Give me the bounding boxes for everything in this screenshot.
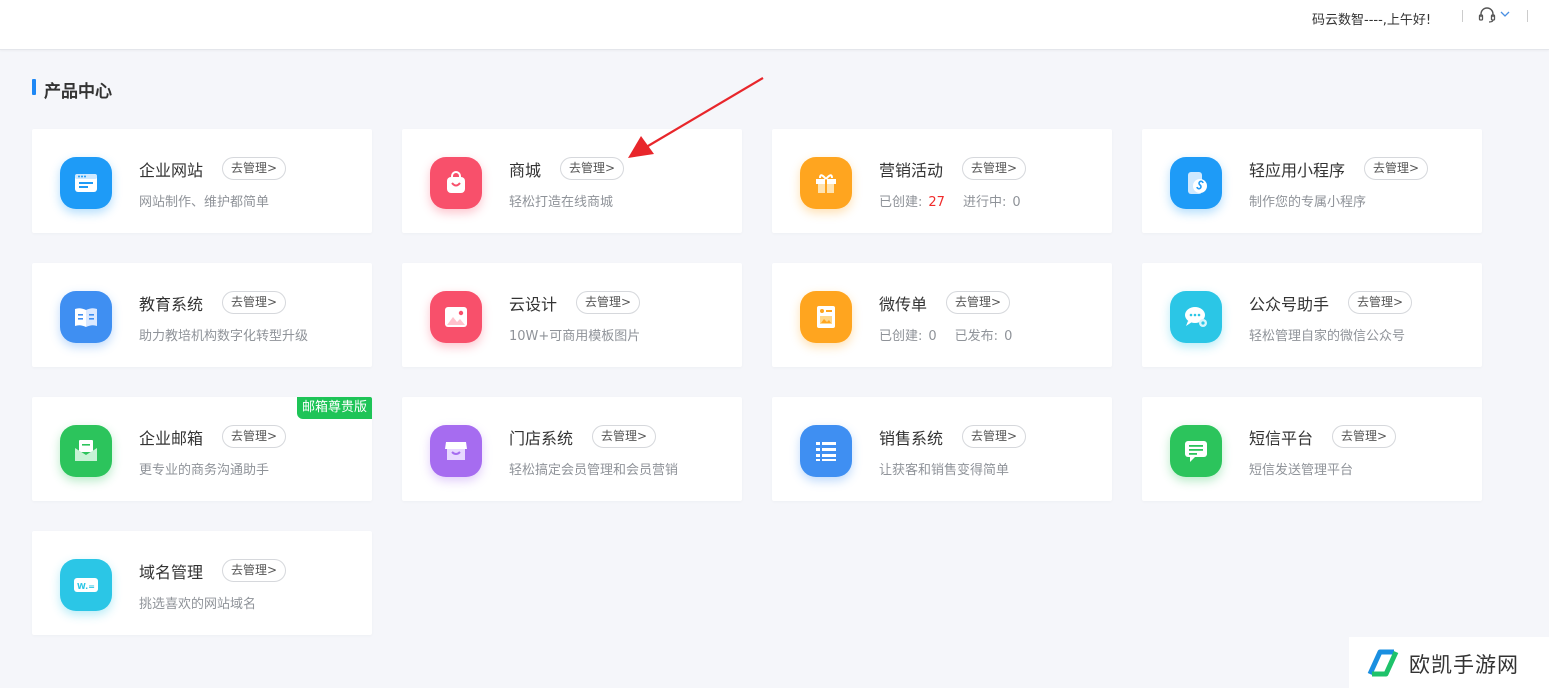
mail-icon [60, 425, 112, 477]
product-card[interactable]: 微传单 去管理> 已创建: 0 已发布: 0 [772, 263, 1112, 367]
section-title: 产品中心 [44, 82, 112, 102]
product-card[interactable]: 企业邮箱 去管理> 更专业的商务沟通助手 邮箱尊贵版 [32, 397, 372, 501]
product-card[interactable]: 销售系统 去管理> 让获客和销售变得简单 [772, 397, 1112, 501]
product-card[interactable]: 门店系统 去管理> 轻松搞定会员管理和会员营销 [402, 397, 742, 501]
svg-text:W.=: W.= [77, 582, 95, 591]
book-icon [60, 291, 112, 343]
store-icon [430, 425, 482, 477]
product-stats: 已创建: 0 已发布: 0 [879, 325, 1030, 344]
user-greeting: 码云数智----,上午好! [1312, 13, 1432, 28]
product-description: 轻松管理自家的微信公众号 [1249, 329, 1406, 344]
product-card[interactable]: 轻应用小程序 去管理> 制作您的专属小程序 [1142, 129, 1482, 233]
product-card[interactable]: 公众号助手 去管理> 轻松管理自家的微信公众号 [1142, 263, 1482, 367]
domain-icon: W.= [60, 559, 112, 611]
manage-button[interactable]: 去管理> [962, 425, 1027, 448]
watermark: 欧凯手游网 [1349, 637, 1549, 688]
product-description: 轻松搞定会员管理和会员营销 [509, 463, 679, 478]
product-card[interactable]: 教育系统 去管理> 助力教培机构数字化转型升级 [32, 263, 372, 367]
list-icon [800, 425, 852, 477]
stat-label: 进行中: [962, 195, 1007, 210]
top-bar: 码云数智----,上午好! [0, 0, 1549, 50]
product-name: 门店系统 [509, 429, 574, 448]
manage-button[interactable]: 去管理> [946, 291, 1011, 314]
product-name: 教育系统 [139, 295, 204, 314]
gift-icon [800, 157, 852, 209]
manage-button[interactable]: 去管理> [576, 291, 641, 314]
product-description: 短信发送管理平台 [1249, 463, 1354, 478]
stat-value: 27 [928, 195, 945, 210]
manage-button[interactable]: 去管理> [962, 157, 1027, 180]
stat-value: 0 [928, 329, 937, 344]
product-card[interactable]: 短信平台 去管理> 短信发送管理平台 [1142, 397, 1482, 501]
manage-button[interactable]: 去管理> [560, 157, 625, 180]
divider [1462, 10, 1463, 22]
stat-label: 已创建: [879, 329, 923, 344]
stat-value: 0 [1012, 195, 1021, 210]
stat-item: 已发布: 0 [955, 325, 1013, 344]
product-card[interactable]: W.= 域名管理 去管理> 挑选喜欢的网站域名 [32, 531, 372, 635]
product-description: 10W+可商用模板图片 [509, 329, 641, 344]
image-icon [430, 291, 482, 343]
product-name: 公众号助手 [1249, 295, 1330, 314]
product-name: 企业邮箱 [139, 429, 204, 448]
product-name: 营销活动 [879, 161, 944, 180]
manage-button[interactable]: 去管理> [592, 425, 657, 448]
product-name: 域名管理 [139, 563, 204, 582]
product-description: 网站制作、维护都简单 [139, 195, 270, 210]
product-card[interactable]: 云设计 去管理> 10W+可商用模板图片 [402, 263, 742, 367]
divider [1527, 10, 1528, 22]
stat-item: 已创建: 27 [879, 191, 945, 210]
manage-button[interactable]: 去管理> [222, 425, 287, 448]
product-name: 微传单 [879, 295, 928, 314]
website-icon [60, 157, 112, 209]
product-name: 销售系统 [879, 429, 944, 448]
product-name: 短信平台 [1249, 429, 1314, 448]
stat-label: 已发布: [954, 329, 999, 344]
product-description: 更专业的商务沟通助手 [139, 463, 270, 478]
manage-button[interactable]: 去管理> [1332, 425, 1397, 448]
product-name: 云设计 [509, 295, 558, 314]
stat-item: 已创建: 0 [879, 325, 937, 344]
product-description: 挑选喜欢的网站域名 [139, 597, 257, 612]
product-name: 企业网站 [139, 161, 204, 180]
manage-button[interactable]: 去管理> [1348, 291, 1413, 314]
product-card[interactable]: 企业网站 去管理> 网站制作、维护都简单 [32, 129, 372, 233]
wechat-icon [1170, 291, 1222, 343]
product-stats: 已创建: 27 进行中: 0 [879, 191, 1039, 210]
product-description: 轻松打造在线商城 [509, 195, 614, 210]
flyer-icon [800, 291, 852, 343]
product-description: 助力教培机构数字化转型升级 [139, 329, 309, 344]
product-name: 商城 [509, 161, 542, 180]
chevron-down-icon[interactable] [1500, 10, 1510, 18]
product-description: 制作您的专属小程序 [1249, 195, 1367, 210]
watermark-text: 欧凯手游网 [1409, 653, 1519, 677]
product-description: 让获客和销售变得简单 [879, 463, 1010, 478]
product-card[interactable]: 营销活动 去管理> 已创建: 27 进行中: 0 [772, 129, 1112, 233]
sms-icon [1170, 425, 1222, 477]
manage-button[interactable]: 去管理> [222, 559, 287, 582]
product-name: 轻应用小程序 [1249, 161, 1346, 180]
stat-item: 进行中: 0 [963, 191, 1021, 210]
mini-program-icon [1170, 157, 1222, 209]
manage-button[interactable]: 去管理> [222, 291, 287, 314]
watermark-logo-icon [1367, 649, 1399, 677]
section-accent-bar [32, 79, 36, 95]
product-card[interactable]: 商城 去管理> 轻松打造在线商城 [402, 129, 742, 233]
manage-button[interactable]: 去管理> [1364, 157, 1429, 180]
premium-badge[interactable]: 邮箱尊贵版 [296, 397, 372, 419]
stat-value: 0 [1004, 329, 1013, 344]
manage-button[interactable]: 去管理> [222, 157, 287, 180]
headset-icon[interactable] [1477, 6, 1497, 24]
stat-label: 已创建: [879, 195, 923, 210]
shopping-bag-icon [430, 157, 482, 209]
